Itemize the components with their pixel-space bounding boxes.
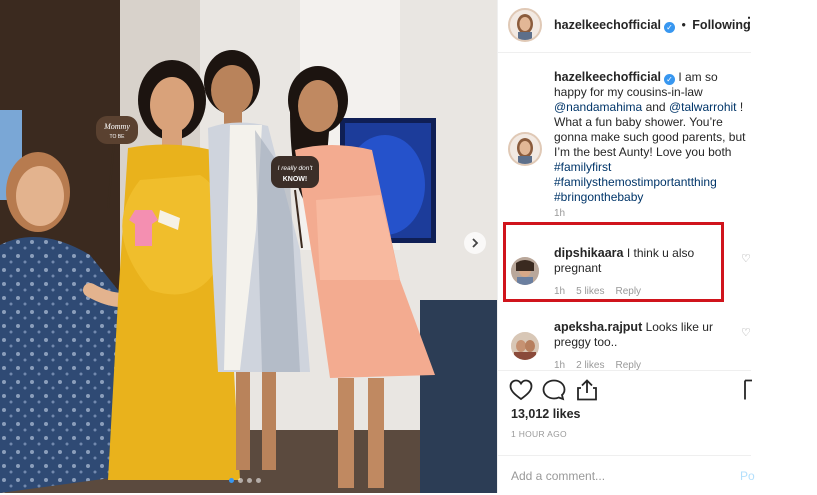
svg-text:KNOW!: KNOW! xyxy=(283,176,308,183)
caption-and: and xyxy=(645,100,666,114)
commenter-avatar[interactable] xyxy=(511,332,539,360)
comment-text-block: apeksha.rajput Looks like ur preggy too.… xyxy=(554,320,738,350)
comment-likes[interactable]: 2 likes xyxy=(576,360,604,370)
mention-link[interactable]: @nandamahima xyxy=(554,100,642,114)
verified-badge-icon: ✓ xyxy=(664,74,675,85)
post-header: hazelkeechofficial ✓ • Following ⋮ xyxy=(498,0,756,53)
comment-reply-button[interactable]: Reply xyxy=(615,360,641,370)
post-photo[interactable]: Mommy TO BE I really don't KNOW! xyxy=(0,0,497,493)
comment-highlight-box xyxy=(503,222,724,302)
hashtag-link[interactable]: #bringonthebaby xyxy=(554,190,643,204)
comment-username[interactable]: apeksha.rajput xyxy=(554,320,642,334)
post-timestamp[interactable]: 1 HOUR AGO xyxy=(511,429,567,439)
bookmark-icon[interactable] xyxy=(744,379,752,406)
author-username[interactable]: hazelkeechofficial xyxy=(554,18,661,32)
svg-text:Mommy: Mommy xyxy=(103,122,130,131)
more-options-icon[interactable]: ⋮ xyxy=(742,14,756,31)
comments-section[interactable]: hazelkeechofficial ✓ I am so happy for my… xyxy=(498,52,751,370)
svg-text:I really don't: I really don't xyxy=(278,165,314,172)
heart-icon[interactable] xyxy=(509,379,533,406)
add-comment-bar: Add a comment... Po xyxy=(498,455,755,495)
verified-badge-icon: ✓ xyxy=(664,22,675,33)
caption-time: 1h xyxy=(554,208,566,219)
post-comment-button[interactable]: Po xyxy=(740,469,755,483)
comment-meta: 1h 2 likes Reply xyxy=(554,360,641,370)
comment-time[interactable]: 1h xyxy=(554,360,565,370)
hashtag-link[interactable]: #familysthemostimportantthing xyxy=(554,175,717,189)
post-actions: 13,012 likes 1 HOUR AGO Add a comment...… xyxy=(498,370,755,495)
likes-count[interactable]: 13,012 likes xyxy=(511,407,581,421)
carousel-indicator xyxy=(229,478,261,483)
carousel-dot xyxy=(256,478,261,483)
header-user: hazelkeechofficial ✓ • Following xyxy=(554,16,751,34)
chevron-right-icon xyxy=(470,238,480,248)
author-avatar[interactable] xyxy=(508,8,542,42)
mention-link[interactable]: @talwarrohit xyxy=(669,100,737,114)
carousel-dot xyxy=(238,478,243,483)
share-icon[interactable] xyxy=(576,379,598,406)
comment-like-heart-icon[interactable]: ♡ xyxy=(741,326,751,339)
comment-like-heart-icon[interactable]: ♡ xyxy=(741,252,751,265)
next-photo-button[interactable] xyxy=(464,232,486,254)
caption-username[interactable]: hazelkeechofficial xyxy=(554,70,661,84)
caption-avatar[interactable] xyxy=(508,132,542,166)
photo-illustration: Mommy TO BE I really don't KNOW! xyxy=(0,0,497,493)
instagram-post: Mommy TO BE I really don't KNOW! hazelke… xyxy=(0,0,817,493)
svg-text:TO BE: TO BE xyxy=(110,134,126,140)
post-caption: hazelkeechofficial ✓ I am so happy for my… xyxy=(554,70,746,221)
comment-icon[interactable] xyxy=(542,379,566,406)
add-comment-input[interactable]: Add a comment... xyxy=(511,469,605,483)
hashtag-link[interactable]: #familyfirst xyxy=(554,160,611,174)
separator-dot: • xyxy=(681,18,686,32)
carousel-dot xyxy=(229,478,234,483)
carousel-dot xyxy=(247,478,252,483)
